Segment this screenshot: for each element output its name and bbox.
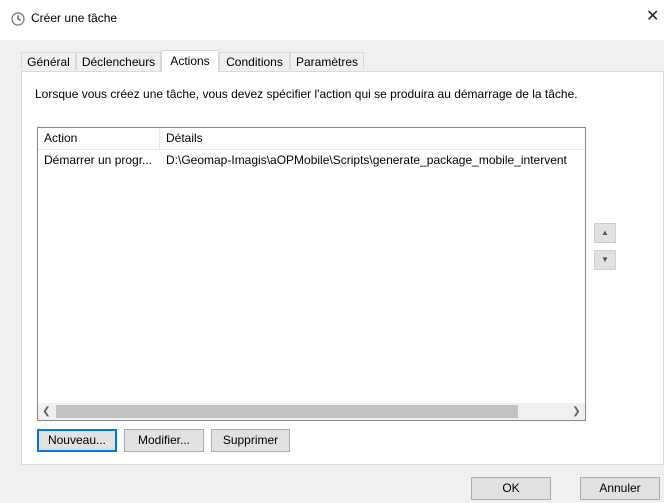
ok-button[interactable]: OK	[471, 477, 551, 500]
tab-general[interactable]: Général	[21, 52, 76, 70]
list-item[interactable]: Démarrer un progr... D:\Geomap-Imagis\aO…	[38, 150, 585, 170]
window-title: Créer une tâche	[31, 11, 118, 25]
tab-actions[interactable]: Actions	[161, 50, 219, 72]
actions-list[interactable]: Action Détails Démarrer un progr... D:\G…	[37, 127, 586, 421]
actions-tab-panel: Lorsque vous créez une tâche, vous devez…	[21, 71, 664, 465]
horizontal-scrollbar[interactable]: ❮ ❯	[38, 403, 585, 420]
new-action-button[interactable]: Nouveau...	[37, 429, 117, 452]
row-action-cell: Démarrer un progr...	[44, 153, 153, 167]
close-icon[interactable]: ✕	[646, 8, 662, 26]
scrollbar-thumb[interactable]	[56, 405, 518, 418]
delete-action-button[interactable]: Supprimer	[211, 429, 290, 452]
cancel-button[interactable]: Annuler	[580, 477, 660, 500]
edit-action-button[interactable]: Modifier...	[124, 429, 204, 452]
dialog-body: Général Déclencheurs Actions Conditions …	[0, 40, 664, 503]
scroll-left-icon[interactable]: ❮	[38, 403, 55, 420]
row-details-cell: D:\Geomap-Imagis\aOPMobile\Scripts\gener…	[166, 153, 567, 167]
tab-conditions[interactable]: Conditions	[219, 52, 290, 70]
arrow-down-icon: ▼	[601, 255, 609, 264]
column-header-action[interactable]: Action	[38, 128, 160, 149]
title-bar: Créer une tâche ✕	[0, 0, 664, 40]
move-up-button[interactable]: ▲	[594, 223, 616, 243]
panel-description: Lorsque vous créez une tâche, vous devez…	[35, 87, 578, 101]
scroll-right-icon[interactable]: ❯	[568, 403, 585, 420]
list-header: Action Détails	[38, 128, 585, 150]
clock-icon	[11, 12, 25, 26]
arrow-up-icon: ▲	[601, 228, 609, 237]
tab-settings[interactable]: Paramètres	[290, 52, 364, 70]
move-down-button[interactable]: ▼	[594, 250, 616, 270]
tab-triggers[interactable]: Déclencheurs	[76, 52, 161, 70]
column-header-details[interactable]: Détails	[160, 128, 585, 149]
